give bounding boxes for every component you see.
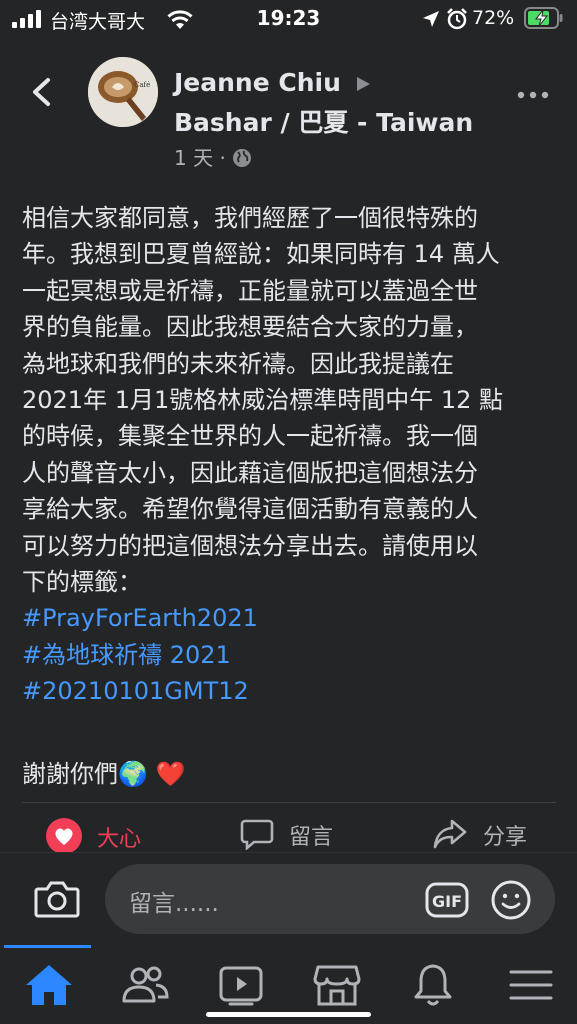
status-bar: 台湾大哥大 19:23 72%	[0, 0, 577, 38]
post-text-line: 2021年 1月1號格林威治標準時間中午 12 點	[22, 385, 504, 414]
tab-marketplace[interactable]	[312, 963, 362, 1007]
post-header: Café Jeanne Chiu Bashar / 巴夏 - Taiwan 1 …	[0, 50, 577, 175]
emoji-button[interactable]	[491, 880, 531, 924]
tab-watch[interactable]	[216, 963, 266, 1007]
gif-label: GIF	[432, 892, 462, 911]
notifications-icon	[414, 964, 452, 1006]
comment-button[interactable]: 留言	[240, 818, 333, 852]
post-text-line: 人的聲音太小，因此藉這個版把這個想法分	[22, 458, 478, 487]
gif-button[interactable]: GIF	[425, 880, 469, 924]
battery-percent: 72%	[472, 7, 515, 29]
more-dots-icon	[517, 91, 549, 99]
post-text-line: 為地球和我們的未來祈禱。因此我提議在	[22, 349, 454, 378]
active-tab-indicator	[4, 945, 91, 948]
back-button[interactable]	[22, 72, 62, 112]
hashtag-link[interactable]: #為地球祈禱 2021	[22, 637, 562, 673]
post-actions: 大心 留言 分享	[0, 818, 577, 852]
post-text-line: 可以努力的把這個想法分享出去。請使用以	[22, 531, 478, 560]
location-arrow-icon	[423, 11, 439, 27]
camera-icon	[34, 881, 80, 918]
post-closing: 謝謝你們🌍 ❤️	[22, 759, 186, 788]
camera-button[interactable]	[34, 879, 80, 923]
share-arrow-icon	[433, 819, 467, 849]
tab-home[interactable]	[24, 963, 74, 1007]
comment-input[interactable]: 留言...... GIF	[105, 864, 555, 934]
comment-bubble-icon	[240, 819, 274, 851]
more-options-button[interactable]	[510, 85, 558, 105]
love-heart-icon	[46, 818, 82, 852]
tab-menu[interactable]	[506, 963, 556, 1007]
tab-friends[interactable]	[120, 963, 170, 1007]
battery-charging-icon	[524, 7, 563, 29]
hashtag-link[interactable]: #20210101GMT12	[22, 673, 562, 709]
chevron-left-icon	[33, 78, 50, 106]
separator-dot: ·	[219, 146, 233, 170]
triangle-right-icon	[356, 77, 370, 91]
share-button[interactable]: 分享	[432, 818, 527, 852]
coffee-logo-icon: Café	[88, 57, 158, 127]
alarm-icon	[447, 8, 467, 30]
friends-icon	[122, 966, 169, 1003]
love-reaction-button[interactable]: 大心	[46, 818, 141, 852]
post-meta: 1 天 ·	[174, 142, 252, 171]
divider	[22, 802, 556, 803]
post-text-line: 的時候，集聚全世界的人一起祈禱。我一個	[22, 422, 478, 451]
post-body: 相信大家都同意，我們經歷了一個很特殊的 年。我想到巴夏曾經說：如果同時有 14 …	[22, 200, 562, 792]
group-name[interactable]: Bashar / 巴夏 - Taiwan	[174, 103, 473, 139]
home-icon	[26, 965, 72, 1005]
post-text-line: 相信大家都同意，我們經歷了一個很特殊的	[22, 204, 478, 232]
emoji-icon	[491, 880, 531, 920]
author-avatar[interactable]: Café	[88, 57, 158, 127]
post-text-line: 享給大家。希望你覺得這個活動有意義的人	[22, 495, 478, 524]
comment-bar: 留言...... GIF	[0, 852, 577, 945]
post-time[interactable]: 1 天	[174, 146, 213, 170]
hashtag-link[interactable]: #PrayForEarth2021	[22, 600, 562, 636]
tab-notifications[interactable]	[408, 963, 458, 1007]
post-text-line: 下的標籤：	[22, 567, 142, 596]
watch-icon	[219, 966, 263, 1006]
globe-icon	[233, 149, 252, 167]
marketplace-icon	[313, 965, 361, 1006]
gif-icon: GIF	[425, 882, 469, 918]
home-indicator[interactable]	[206, 1012, 371, 1017]
author-name[interactable]: Jeanne Chiu	[174, 68, 372, 97]
svg-text:Café: Café	[134, 81, 150, 89]
post-text-line: 年。我想到巴夏曾經說：如果同時有 14 萬人	[22, 240, 500, 269]
post-text-line: 界的負能量。因此我想要結合大家的力量，	[22, 313, 478, 342]
menu-icon	[509, 970, 553, 1000]
post-text-line: 一起冥想或是祈禱，正能量就可以蓋過全世	[22, 276, 478, 305]
comment-placeholder: 留言......	[129, 891, 219, 917]
